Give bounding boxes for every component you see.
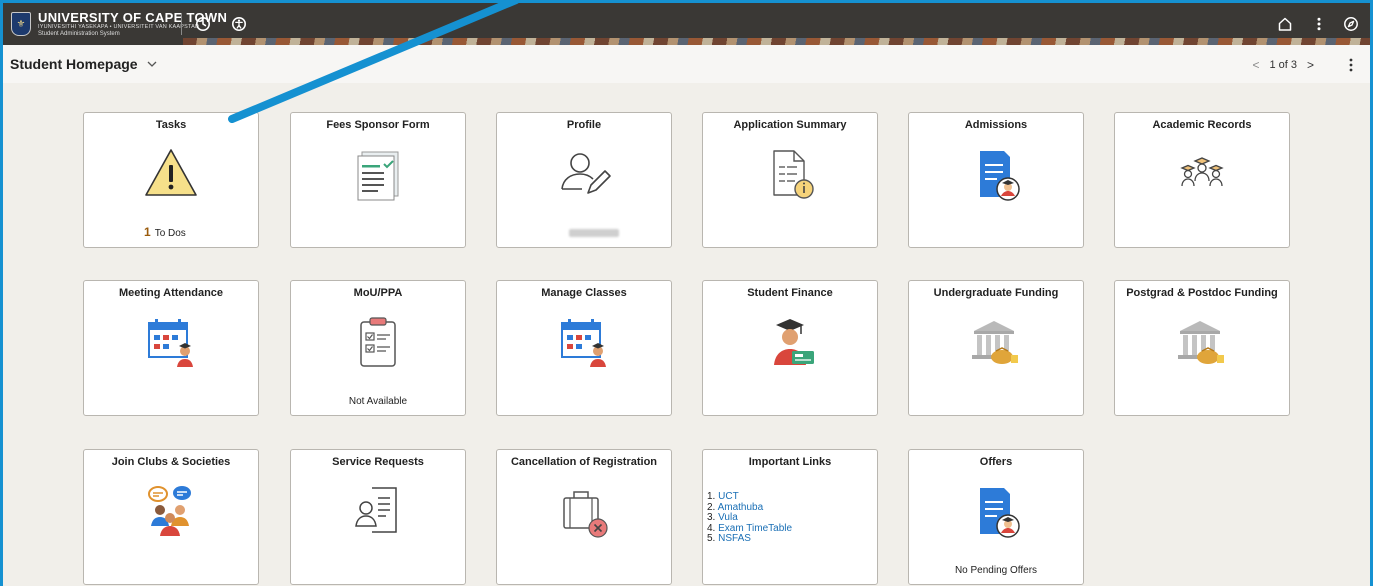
- warning-icon: [145, 149, 197, 196]
- tile-profile[interactable]: Profile: [496, 112, 672, 248]
- graduates-icon: [1180, 157, 1224, 187]
- form-checklist-icon: [357, 151, 399, 201]
- todo-count: 1 To Dos: [144, 225, 186, 239]
- tile-title: Profile: [566, 119, 602, 131]
- clock-icon[interactable]: [193, 14, 213, 34]
- accessibility-icon[interactable]: [229, 14, 249, 34]
- tile-cancellation-of-registration[interactable]: Cancellation of Registration: [496, 449, 672, 585]
- tile-title: Application Summary: [733, 119, 847, 131]
- top-bar: ⚜ UNIVERSITY OF CAPE TOWN IYUNIVESITHI Y…: [3, 3, 1370, 45]
- tile-title: Important Links: [748, 456, 832, 468]
- todo-label: To Dos: [154, 228, 186, 239]
- page-title[interactable]: Student Homepage: [10, 56, 138, 72]
- more-vertical-icon[interactable]: [1348, 58, 1354, 72]
- tile-meeting-attendance[interactable]: Meeting Attendance: [83, 280, 259, 416]
- redacted-name: [569, 229, 619, 237]
- page-header: Student Homepage < 1 of 3 >: [3, 45, 1370, 84]
- home-icon[interactable]: [1275, 14, 1295, 34]
- tile-title: Fees Sponsor Form: [326, 119, 430, 131]
- tile-tasks[interactable]: Tasks 1 To Dos: [83, 112, 259, 248]
- tile-fees-sponsor-form[interactable]: Fees Sponsor Form: [290, 112, 466, 248]
- document-graduate-icon: [980, 151, 1020, 201]
- more-vertical-icon[interactable]: [1309, 14, 1329, 34]
- calendar-person-icon: [148, 319, 193, 367]
- tile-grid: Tasks 1 To Dos Fees Sponsor Form Profile…: [3, 83, 1370, 586]
- graduate-money-icon: [774, 319, 814, 365]
- chevron-right-icon[interactable]: >: [1307, 58, 1314, 72]
- tile-service-requests[interactable]: Service Requests: [290, 449, 466, 585]
- tile-title: Postgrad & Postdoc Funding: [1126, 287, 1278, 299]
- tile-title: Admissions: [964, 119, 1028, 131]
- list-item: 5. NSFAS: [707, 533, 751, 544]
- tile-title: Service Requests: [332, 456, 424, 468]
- document-graduate-icon: [980, 488, 1020, 538]
- tile-title: Manage Classes: [541, 287, 627, 299]
- tile-title: Undergraduate Funding: [933, 287, 1059, 299]
- chevron-down-icon[interactable]: [147, 60, 157, 68]
- link-amathuba[interactable]: Amathuba: [718, 502, 764, 513]
- crest-icon: ⚜: [11, 12, 31, 36]
- document-info-icon: [773, 150, 814, 199]
- briefcase-cancel-icon: [563, 491, 608, 538]
- user-edit-icon: [561, 153, 611, 194]
- people-chat-icon: [148, 486, 191, 536]
- link-vula[interactable]: Vula: [718, 512, 738, 523]
- app-frame: ⚜ UNIVERSITY OF CAPE TOWN IYUNIVESITHI Y…: [0, 0, 1373, 586]
- tile-offers[interactable]: Offers No Pending Offers: [908, 449, 1084, 585]
- link-nsfas[interactable]: NSFAS: [718, 533, 751, 544]
- tile-important-links[interactable]: Important Links 1. UCT 2. Amathuba 3. Vu…: [702, 449, 878, 585]
- pager-label: 1 of 3: [1269, 59, 1297, 71]
- tile-admissions[interactable]: Admissions: [908, 112, 1084, 248]
- tile-academic-records[interactable]: Academic Records: [1114, 112, 1290, 248]
- tile-footer: Not Available: [348, 396, 408, 407]
- tile-student-finance[interactable]: Student Finance: [702, 280, 878, 416]
- tile-title: Join Clubs & Societies: [111, 456, 231, 468]
- tile-title: Meeting Attendance: [118, 287, 224, 299]
- links-list: 1. UCT 2. Amathuba 3. Vula 4. Exam TimeT…: [707, 491, 792, 545]
- todo-number: 1: [144, 225, 151, 239]
- tile-undergraduate-funding[interactable]: Undergraduate Funding: [908, 280, 1084, 416]
- tile-mou-ppa[interactable]: MoU/PPA Not Available: [290, 280, 466, 416]
- clipboard-checklist-icon: [360, 317, 396, 367]
- compass-icon[interactable]: [1341, 14, 1361, 34]
- tile-application-summary[interactable]: Application Summary: [702, 112, 878, 248]
- link-uct[interactable]: UCT: [718, 491, 739, 502]
- tile-footer: No Pending Offers: [954, 565, 1038, 576]
- tile-postgrad-postdoc-funding[interactable]: Postgrad & Postdoc Funding: [1114, 280, 1290, 416]
- tile-title: MoU/PPA: [353, 287, 403, 299]
- bank-money-icon: [972, 321, 1018, 364]
- tile-title: Tasks: [155, 119, 187, 131]
- user-document-icon: [355, 487, 397, 533]
- tile-title: Student Finance: [747, 287, 833, 299]
- tile-title: Cancellation of Registration: [510, 456, 658, 468]
- link-exam-timetable[interactable]: Exam TimeTable: [718, 523, 792, 534]
- decorative-pattern: [183, 38, 1370, 45]
- tile-title: Academic Records: [1152, 119, 1252, 131]
- calendar-person-icon: [561, 319, 606, 367]
- divider: [181, 13, 182, 35]
- tile-join-clubs-societies[interactable]: Join Clubs & Societies: [83, 449, 259, 585]
- tile-manage-classes[interactable]: Manage Classes: [496, 280, 672, 416]
- tile-title: Offers: [979, 456, 1013, 468]
- chevron-left-icon[interactable]: <: [1252, 58, 1259, 72]
- pager: < 1 of 3 >: [1252, 58, 1314, 72]
- bank-money-icon: [1178, 321, 1224, 364]
